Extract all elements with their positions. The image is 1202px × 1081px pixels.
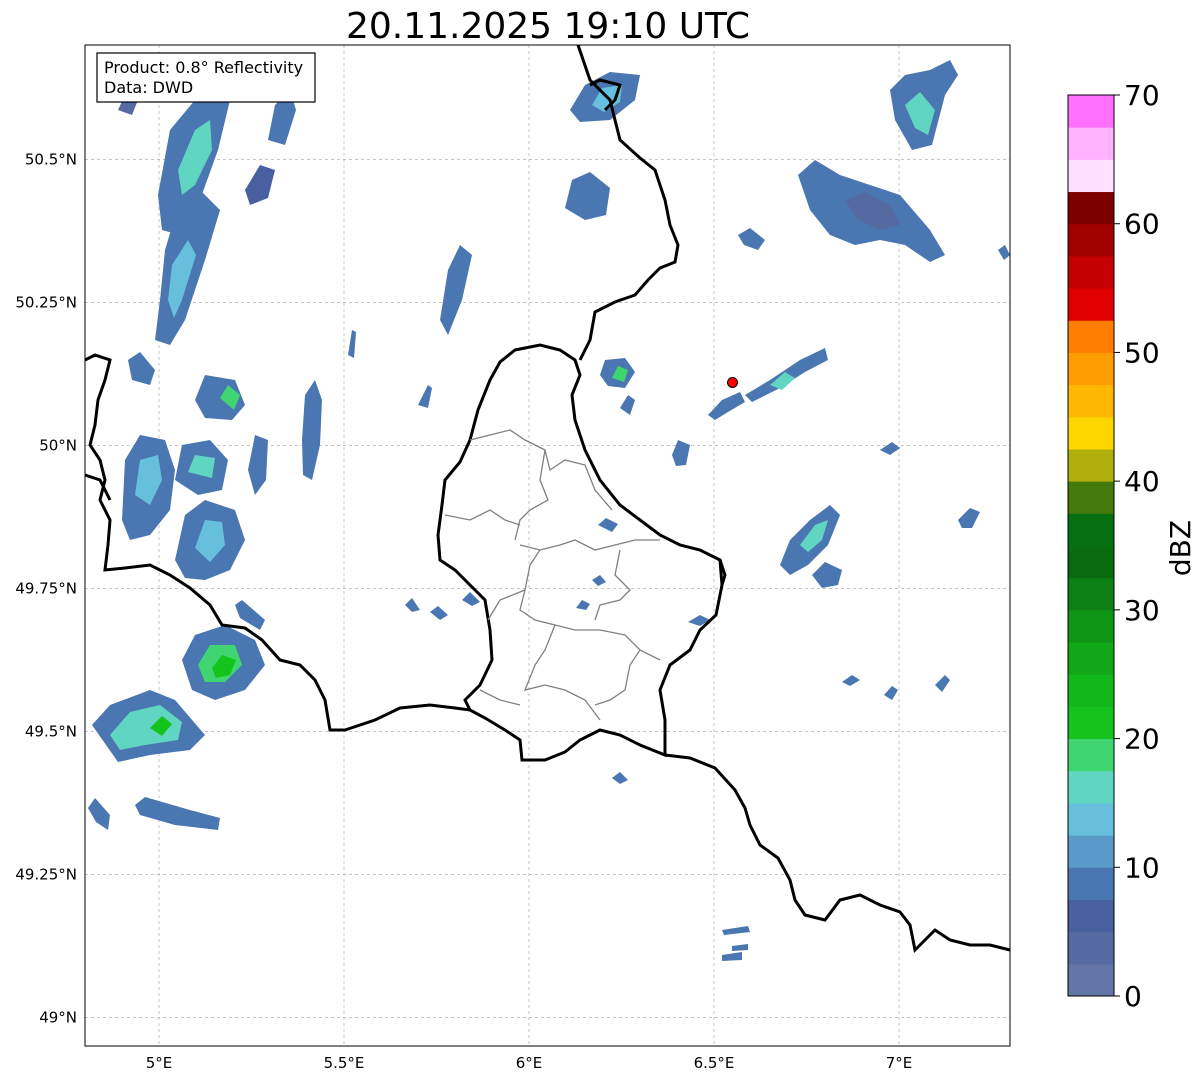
lon-tick-label: 5.5°E: [324, 1054, 365, 1072]
colorbar-swatch: [1068, 899, 1114, 933]
colorbar-swatch: [1068, 223, 1114, 257]
colorbar-swatch: [1068, 352, 1114, 386]
lat-tick-label: 50.5°N: [25, 150, 77, 168]
lat-tick-label: 49.25°N: [15, 865, 77, 883]
colorbar-swatch: [1068, 255, 1114, 289]
colorbar-swatch: [1068, 867, 1114, 900]
product-label: Product: 0.8° Reflectivity: [104, 58, 303, 77]
colorbar-tick-label: 30: [1124, 594, 1160, 627]
map-title: 20.11.2025 19:10 UTC: [346, 6, 750, 47]
colorbar-swatch: [1068, 448, 1114, 482]
colorbar-ticks: 0 10 20 30 40 50 60 70: [1114, 79, 1160, 1013]
colorbar-swatch: [1068, 481, 1114, 514]
colorbar-swatches: [1068, 95, 1114, 997]
colorbar: 0 10 20 30 40 50 60 70 dBZ: [1067, 79, 1197, 1013]
product-info-box: Product: 0.8° Reflectivity Data: DWD: [96, 52, 316, 103]
latitude-axis: 49°N 49.25°N 49.5°N 49.75°N 50°N 50.25°N 50.5°…: [15, 150, 77, 1026]
colorbar-tick-label: 60: [1124, 208, 1160, 241]
colorbar-swatch: [1068, 545, 1114, 579]
colorbar-swatch: [1068, 835, 1114, 868]
map-plot-area[interactable]: Product: 0.8° Reflectivity Data: DWD: [84, 44, 1011, 1047]
colorbar-swatch: [1068, 577, 1114, 611]
colorbar-swatch: [1068, 802, 1114, 836]
lat-tick-label: 50°N: [39, 436, 77, 454]
longitude-axis: 5°E 5.5°E 6°E 6.5°E 7°E: [146, 1054, 913, 1072]
colorbar-swatch: [1068, 288, 1114, 321]
radar-site-marker[interactable]: [727, 376, 738, 388]
colorbar-tick-label: 70: [1124, 79, 1160, 112]
lon-tick-label: 6.5°E: [694, 1054, 735, 1072]
lon-tick-label: 7°E: [886, 1054, 913, 1072]
radar-map-figure: 20.11.2025 19:10 UTC Product: 0.8° Refle…: [15, 6, 1197, 1072]
lat-tick-label: 49.5°N: [25, 722, 77, 740]
colorbar-swatch: [1068, 770, 1114, 804]
lat-tick-label: 49°N: [39, 1008, 77, 1026]
colorbar-label: dBZ: [1164, 520, 1197, 576]
colorbar-swatch: [1068, 416, 1114, 450]
colorbar-swatch: [1068, 963, 1114, 997]
colorbar-swatch: [1068, 95, 1114, 128]
colorbar-swatch: [1068, 320, 1114, 353]
colorbar-swatch: [1068, 191, 1114, 225]
colorbar-swatch: [1068, 931, 1114, 965]
lat-tick-label: 50.25°N: [15, 293, 77, 311]
lon-tick-label: 6°E: [516, 1054, 543, 1072]
colorbar-swatch: [1068, 159, 1114, 193]
colorbar-tick-label: 0: [1124, 980, 1142, 1013]
lat-tick-label: 49.75°N: [15, 579, 77, 597]
colorbar-tick-label: 10: [1124, 851, 1160, 884]
colorbar-tick-label: 40: [1124, 465, 1160, 498]
colorbar-swatch: [1068, 706, 1114, 740]
lon-tick-label: 5°E: [146, 1054, 173, 1072]
colorbar-tick-label: 20: [1124, 723, 1160, 756]
colorbar-swatch: [1068, 127, 1114, 160]
colorbar-tick-label: 50: [1124, 336, 1160, 369]
colorbar-swatch: [1068, 738, 1114, 772]
colorbar-swatch: [1068, 513, 1114, 546]
colorbar-swatch: [1068, 384, 1114, 418]
colorbar-swatch: [1068, 674, 1114, 707]
data-source-label: Data: DWD: [104, 78, 193, 97]
colorbar-swatch: [1068, 642, 1114, 675]
colorbar-swatch: [1068, 609, 1114, 643]
